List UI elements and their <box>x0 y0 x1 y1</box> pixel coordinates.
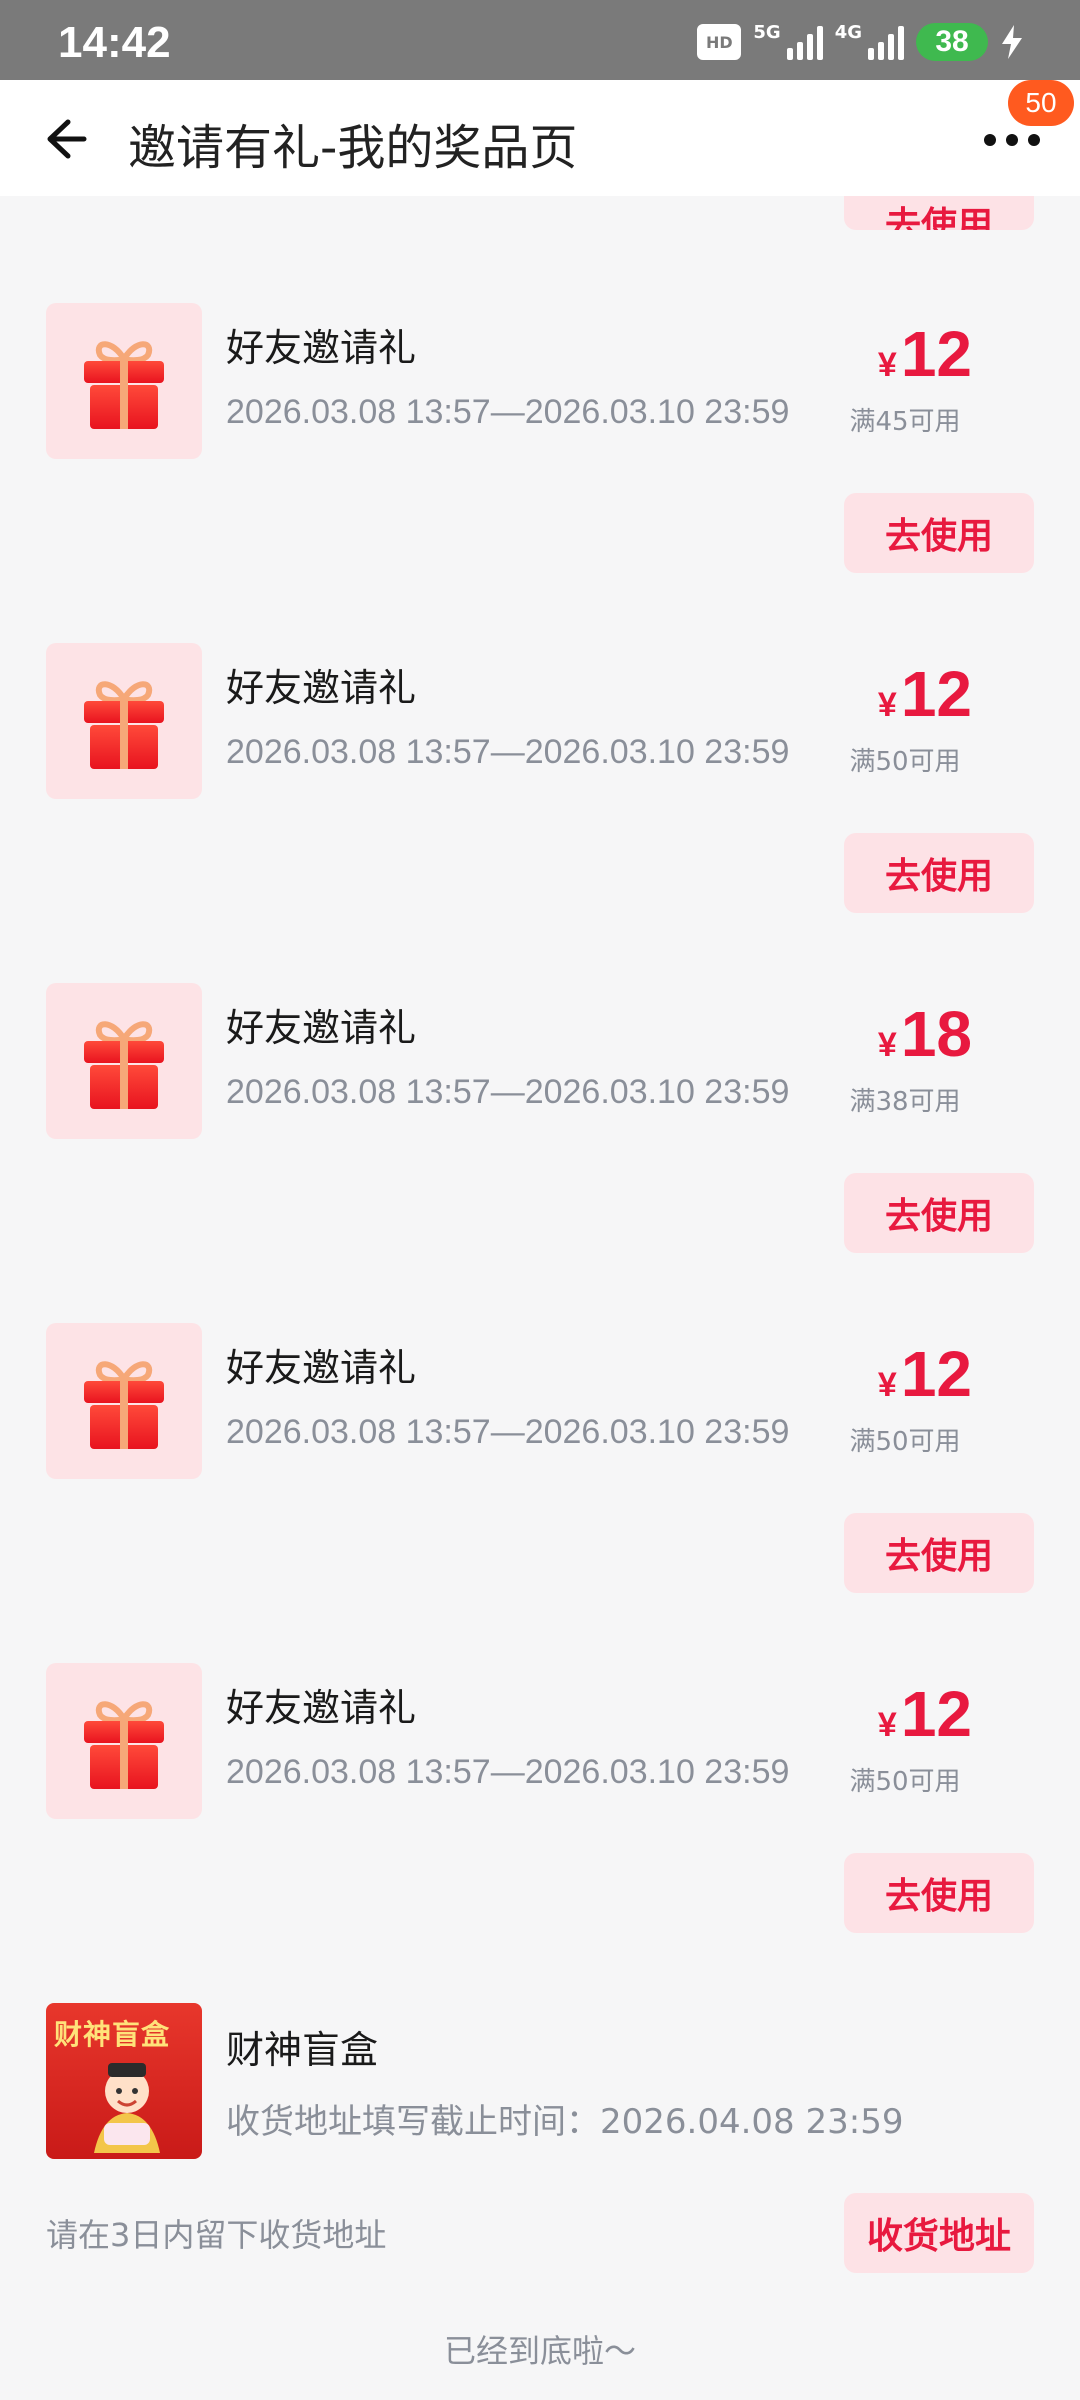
hd-icon: HD <box>697 24 742 60</box>
coupon-condition: 满38可用 <box>849 1087 961 1117</box>
use-button[interactable]: 去使用 <box>844 196 1034 230</box>
coupon-card: 好友邀请礼 2026.03.08 13:57—2026.03.10 23:59 … <box>0 1323 1080 1663</box>
app-header: 邀请有礼-我的奖品页 50 <box>0 80 1080 196</box>
shipping-address-button[interactable]: 收货地址 <box>844 2193 1034 2273</box>
currency-symbol: ¥ <box>877 1366 897 1404</box>
gift-icon <box>46 983 202 1139</box>
use-button[interactable]: 去使用 <box>844 1173 1034 1253</box>
amount-value: 12 <box>900 1338 972 1410</box>
end-of-list-text: 已经到底啦～ <box>443 2332 636 2370</box>
notification-badge: 50 <box>1008 80 1074 126</box>
coupon-amount: ¥ 18 <box>877 997 972 1070</box>
battery-icon: 38 <box>916 23 988 61</box>
coupon-period: 2026.03.08 13:57—2026.03.10 23:59 <box>226 393 790 431</box>
currency-symbol: ¥ <box>877 346 897 384</box>
more-options-icon[interactable] <box>984 130 1044 150</box>
prize-list: 去使用 好友邀请礼 2026.03.08 13:57—2026.03.10 23… <box>0 196 1080 2400</box>
status-icons: HD 5G 4G 38 <box>697 20 1024 64</box>
signal-4g-icon: 4G <box>835 24 904 60</box>
coupon-amount: ¥ 12 <box>877 657 972 730</box>
address-deadline: 收货地址填写截止时间：2026.04.08 23:59 <box>226 2102 904 2142</box>
gift-icon <box>46 1323 202 1479</box>
coupon-condition: 满50可用 <box>849 1767 961 1797</box>
fortune-god-icon <box>94 2063 160 2153</box>
coupon-period: 2026.03.08 13:57—2026.03.10 23:59 <box>226 1413 790 1451</box>
net-4g-label: 4G <box>834 22 862 43</box>
coupon-amount: ¥ 12 <box>877 317 972 390</box>
coupon-amount: ¥ 12 <box>877 1677 972 1750</box>
amount-value: 18 <box>900 998 972 1070</box>
currency-symbol: ¥ <box>877 686 897 724</box>
coupon-period: 2026.03.08 13:57—2026.03.10 23:59 <box>226 1073 790 1111</box>
use-button-label: 去使用 <box>884 205 993 230</box>
currency-symbol: ¥ <box>877 1706 897 1744</box>
signal-5g-icon: 5G <box>753 22 823 60</box>
use-button[interactable]: 去使用 <box>844 833 1034 913</box>
amount-value: 12 <box>900 658 972 730</box>
coupon-period: 2026.03.08 13:57—2026.03.10 23:59 <box>226 1753 790 1791</box>
status-bar: 14:42 HD 5G 4G 38 <box>0 0 1080 80</box>
gift-icon <box>46 303 202 459</box>
coupon-name: 好友邀请礼 <box>226 1686 417 1730</box>
gift-icon <box>46 643 202 799</box>
coupon-name: 好友邀请礼 <box>226 1006 417 1050</box>
page-title: 邀请有礼-我的奖品页 <box>128 120 578 176</box>
blind-box-image: 财神盲盒 <box>46 2003 202 2159</box>
coupon-card: 好友邀请礼 2026.03.08 13:57—2026.03.10 23:59 … <box>0 1663 1080 2003</box>
coupon-card: 好友邀请礼 2026.03.08 13:57—2026.03.10 23:59 … <box>0 643 1080 983</box>
coupon-condition: 满50可用 <box>849 1427 961 1457</box>
amount-value: 12 <box>900 318 972 390</box>
currency-symbol: ¥ <box>877 1026 897 1064</box>
coupon-amount: ¥ 12 <box>877 1337 972 1410</box>
coupon-condition: 满50可用 <box>849 747 961 777</box>
coupon-name: 好友邀请礼 <box>226 666 417 710</box>
back-arrow-icon[interactable] <box>38 112 92 166</box>
address-note: 请在3日内留下收货地址 <box>46 2216 387 2254</box>
blind-box-name: 财神盲盒 <box>226 2028 379 2072</box>
amount-value: 12 <box>900 1678 972 1750</box>
use-button[interactable]: 去使用 <box>844 1513 1034 1593</box>
coupon-card: 好友邀请礼 2026.03.08 13:57—2026.03.10 23:59 … <box>0 303 1080 643</box>
charging-icon <box>1002 25 1022 59</box>
use-button[interactable]: 去使用 <box>844 1853 1034 1933</box>
coupon-card: 好友邀请礼 2026.03.08 13:57—2026.03.10 23:59 … <box>0 983 1080 1323</box>
coupon-name: 好友邀请礼 <box>226 326 417 370</box>
coupon-name: 好友邀请礼 <box>226 1346 417 1390</box>
blind-box-image-text: 财神盲盒 <box>54 2018 171 2051</box>
use-button[interactable]: 去使用 <box>844 493 1034 573</box>
coupon-condition: 满45可用 <box>849 407 961 437</box>
coupon-period: 2026.03.08 13:57—2026.03.10 23:59 <box>226 733 790 771</box>
status-time: 14:42 <box>58 18 171 67</box>
gift-icon <box>46 1663 202 1819</box>
net-5g-label: 5G <box>753 22 781 43</box>
